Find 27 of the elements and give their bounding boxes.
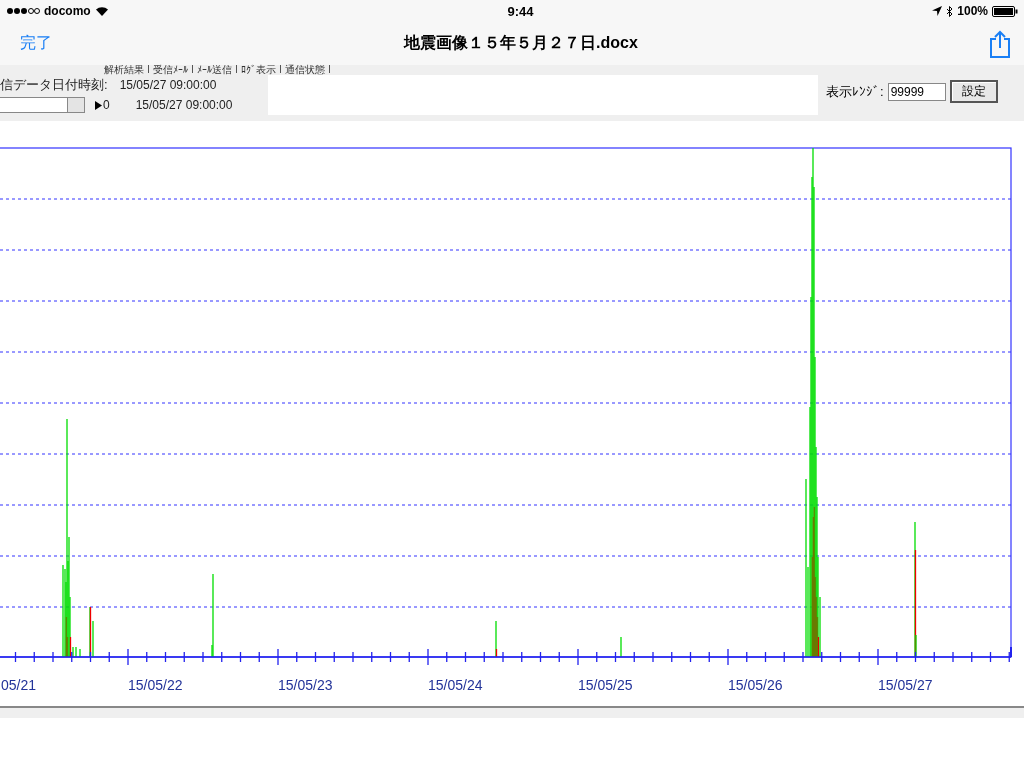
date-label: 15/05/24 [428,677,483,693]
date-label: 05/21 [1,677,37,693]
share-icon[interactable] [990,29,1010,58]
slider-value: 0 [103,98,110,112]
range-label: 表示ﾚﾝｼﾞ: [826,82,884,101]
carrier-name: docomo [44,4,91,18]
bluetooth-icon [946,5,954,17]
clock-time: 9:44 [507,3,534,19]
set-button[interactable]: 設定 [949,80,998,103]
battery-percent: 100% [957,4,988,18]
slider-track[interactable] [0,97,85,113]
range-input[interactable]: 99999 [887,82,946,101]
play-icon[interactable] [95,100,102,110]
date-label: 15/05/27 [878,677,933,693]
wifi-icon [94,6,109,16]
date-label: 15/05/22 [128,677,183,693]
received-time: 15/05/27 09:00:00 [119,78,217,92]
document-title: 地震画像１５年５月２７日.docx [404,33,638,53]
location-icon [932,6,943,16]
date-label: 15/05/25 [578,677,633,693]
slider-time: 15/05/27 09:00:00 [135,98,233,112]
date-label: 15/05/26 [728,677,783,693]
done-link[interactable]: 完了 [20,33,52,54]
battery-icon [992,5,1018,17]
received-label: 信データ日付時刻: [0,76,108,94]
signal-icon [6,7,40,15]
date-label: 15/05/23 [278,677,333,693]
